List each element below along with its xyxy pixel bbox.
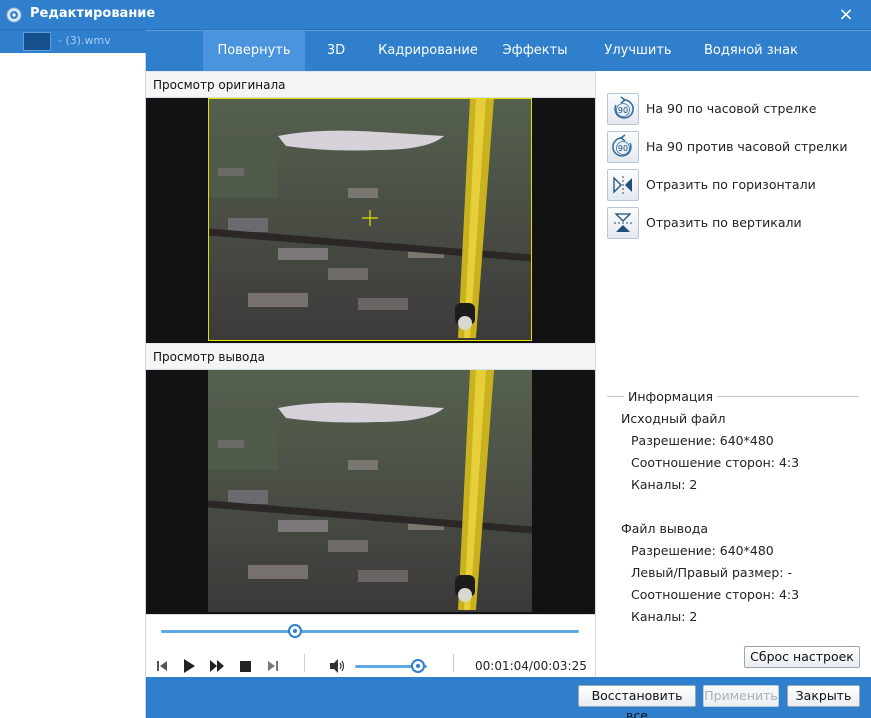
flip-vertical-icon[interactable] — [607, 207, 639, 239]
next-frame-icon[interactable] — [265, 658, 281, 674]
rotate-counterclockwise-label: На 90 против часовой стрелки — [646, 139, 848, 154]
stop-icon[interactable] — [237, 658, 253, 674]
reset-settings-button[interactable]: Сброс настроек — [744, 646, 860, 668]
output-file-heading: Файл вывода — [621, 521, 709, 536]
output-preview-header: Просмотр вывода — [146, 343, 595, 370]
file-list-item[interactable]: - (3).wmv — [0, 30, 146, 53]
output-video-frame — [208, 370, 532, 612]
original-preview-header: Просмотр оригинала — [146, 71, 595, 98]
play-icon[interactable] — [181, 658, 197, 674]
rotate-clockwise-button[interactable]: 90 На 90 по часовой стрелке — [607, 93, 867, 125]
output-lr-size: Левый/Правый размер: - — [631, 565, 792, 580]
tab-effects[interactable]: Эффекты — [496, 31, 574, 72]
volume-icon[interactable] — [329, 658, 345, 674]
divider — [453, 654, 454, 672]
bottom-action-bar: Восстановить все Применить Закрыть — [146, 677, 871, 718]
apply-button[interactable]: Применить — [703, 685, 779, 707]
rotate-counterclockwise-button[interactable]: 90 На 90 против часовой стрелки — [607, 131, 867, 163]
output-aspect-ratio: Соотношение сторон: 4:3 — [631, 587, 800, 602]
time-display: 00:01:04/00:03:25 — [475, 659, 587, 673]
app-icon — [6, 7, 22, 23]
volume-handle[interactable] — [411, 659, 426, 673]
tab-watermark[interactable]: Водяной знак — [701, 31, 801, 72]
flip-horizontal-button[interactable]: Отразить по горизонтали — [607, 169, 867, 201]
source-file-heading: Исходный файл — [621, 411, 726, 426]
rotate-options-panel: 90 На 90 по часовой стрелке 90 На 90 про… — [595, 71, 871, 677]
player-controls: 00:01:04/00:03:25 — [146, 614, 595, 677]
output-channels: Каналы: 2 — [631, 609, 698, 624]
output-video-area — [146, 370, 595, 614]
aerial-video-output-image — [208, 370, 532, 612]
seek-handle[interactable] — [287, 624, 302, 638]
rotate-counterclockwise-icon[interactable]: 90 — [607, 131, 639, 163]
original-video-area — [146, 98, 595, 343]
window-title: Редактирование — [30, 6, 156, 21]
tab-crop[interactable]: Кадрирование — [376, 31, 480, 72]
original-video-frame — [208, 98, 532, 341]
close-button[interactable]: Закрыть — [787, 685, 860, 707]
source-aspect-ratio: Соотношение сторон: 4:3 — [631, 455, 800, 470]
flip-horizontal-label: Отразить по горизонтали — [646, 177, 816, 192]
crop-center-crosshair[interactable] — [362, 210, 378, 226]
divider — [304, 654, 305, 672]
previous-frame-icon[interactable] — [154, 658, 170, 674]
svg-text:90: 90 — [618, 106, 628, 115]
source-channels: Каналы: 2 — [631, 477, 698, 492]
info-legend: Информация — [624, 389, 718, 404]
preview-panel: Просмотр оригинала Просмотр вывода 00:01… — [146, 71, 595, 677]
seek-bar[interactable] — [161, 630, 579, 633]
svg-text:90: 90 — [618, 144, 628, 153]
tab-3d[interactable]: 3D — [314, 31, 358, 72]
title-bar: Редактирование × — [0, 0, 871, 30]
restore-all-button[interactable]: Восстановить все — [578, 685, 696, 718]
edit-tab-bar: Повернуть 3D Кадрирование Эффекты Улучши… — [146, 30, 871, 72]
file-list-sidebar: - (3).wmv — [0, 30, 146, 718]
output-resolution: Разрешение: 640*480 — [631, 543, 774, 558]
flip-vertical-label: Отразить по вертикали — [646, 215, 802, 230]
rotate-clockwise-label: На 90 по часовой стрелке — [646, 101, 817, 116]
flip-horizontal-icon[interactable] — [607, 169, 639, 201]
close-icon[interactable]: × — [835, 4, 857, 26]
flip-vertical-button[interactable]: Отразить по вертикали — [607, 207, 867, 239]
file-name: - (3).wmv — [58, 34, 111, 47]
fast-forward-icon[interactable] — [209, 658, 225, 674]
source-resolution: Разрешение: 640*480 — [631, 433, 774, 448]
video-thumbnail — [23, 32, 51, 51]
tab-rotate[interactable]: Повернуть — [203, 31, 305, 72]
tab-enhance[interactable]: Улучшить — [598, 31, 678, 72]
rotate-clockwise-icon[interactable]: 90 — [607, 93, 639, 125]
